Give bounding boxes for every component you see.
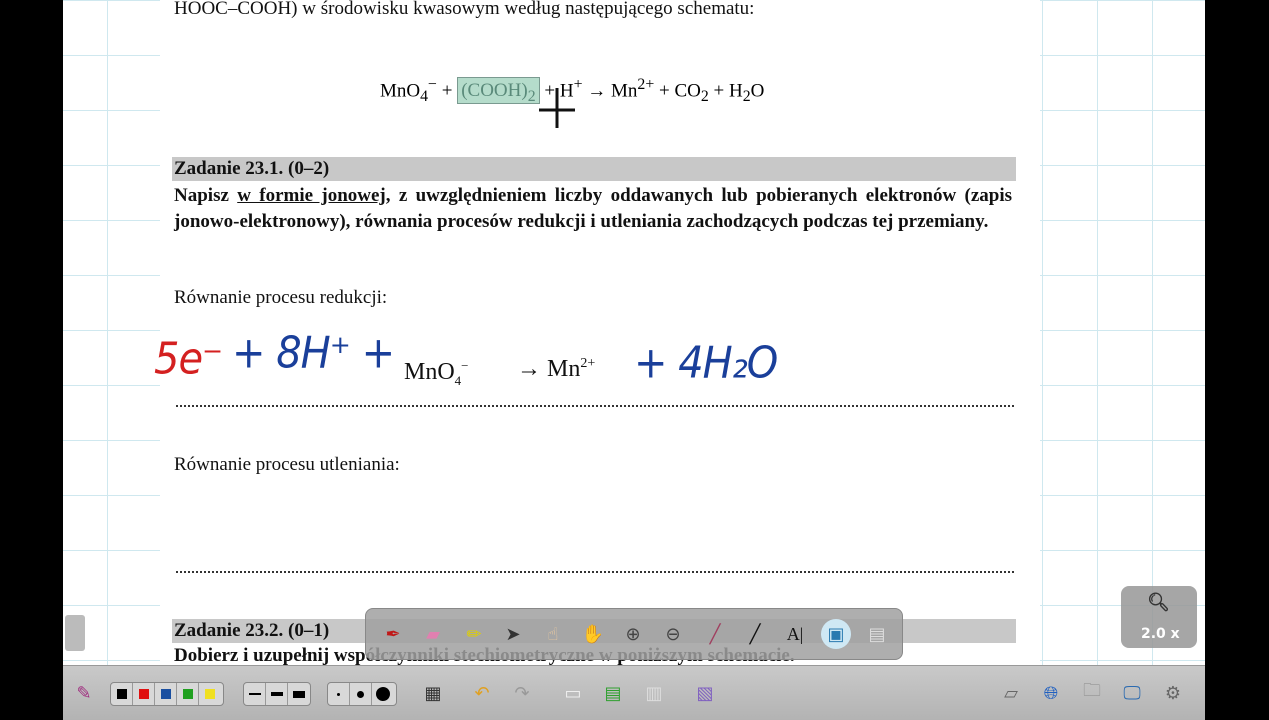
eq-sup: − bbox=[428, 76, 437, 93]
document-page: HOOC–COOH) w środowisku kwasowym według … bbox=[154, 0, 1040, 665]
text: Napisz bbox=[174, 185, 238, 206]
side-panel-toggle[interactable] bbox=[65, 615, 85, 651]
underlined-text: w formie jonowej bbox=[237, 185, 386, 206]
page-list-icon[interactable]: ▤ bbox=[600, 680, 626, 706]
color-palette bbox=[110, 682, 224, 706]
keyboard-icon[interactable]: ▦ bbox=[420, 680, 446, 706]
text: MnO bbox=[404, 359, 455, 385]
eq-text: + CO bbox=[654, 80, 701, 102]
crosshair-cursor-icon bbox=[539, 88, 575, 128]
whiteboard-page[interactable]: HOOC–COOH) w środowisku kwasowym według … bbox=[63, 0, 1205, 665]
laser-pointer-icon[interactable]: ╱ bbox=[702, 621, 728, 647]
zoom-in-icon[interactable]: ⊕ bbox=[620, 621, 646, 647]
task-23-1-instructions: Napisz w formie jonowej, z uwzględnienie… bbox=[174, 183, 1012, 235]
floating-toolbar: ✒ ▰ ✏ ➤ ☝ ✋ ⊕ ⊖ ╱ ╱ A| ▣ ▤ bbox=[365, 608, 903, 660]
color-green[interactable] bbox=[177, 683, 199, 705]
display-icon[interactable]: 🖵 bbox=[1119, 680, 1145, 706]
eq-sub: 2 bbox=[700, 88, 709, 106]
pen-settings-icon[interactable]: ✎ bbox=[71, 680, 97, 706]
eq-text: → Mn bbox=[582, 80, 638, 102]
new-page-icon[interactable]: ▭ bbox=[560, 680, 586, 706]
intro-line: HOOC–COOH) w środowisku kwasowym według … bbox=[174, 0, 755, 19]
sub: 4 bbox=[454, 372, 462, 388]
line-width-group bbox=[243, 682, 311, 706]
eq-text: + H bbox=[708, 80, 743, 102]
pen-icon[interactable]: ✒ bbox=[380, 621, 406, 647]
handwritten-water: + 4H₂O bbox=[634, 337, 778, 389]
eq-sub: 2 bbox=[527, 88, 536, 106]
redo-icon[interactable]: ↷ bbox=[509, 680, 535, 706]
zoom-out-icon[interactable]: ⊖ bbox=[660, 621, 686, 647]
screen-capture-icon[interactable]: ▣ bbox=[821, 619, 851, 649]
highlighted-selection[interactable]: (COOH)2 bbox=[457, 77, 540, 106]
zoom-reset-icon[interactable]: 🔍︎ bbox=[1147, 592, 1170, 613]
handwritten-electrons: 5e⁻ bbox=[154, 333, 223, 385]
eq-text: MnO bbox=[380, 80, 421, 102]
answer-line bbox=[176, 571, 1014, 573]
eq-text: + bbox=[436, 80, 458, 102]
oxidation-label: Równanie procesu utleniania: bbox=[174, 454, 400, 475]
settings-icon[interactable]: ⚙ bbox=[1160, 680, 1186, 706]
color-blue[interactable] bbox=[155, 683, 177, 705]
width-thick[interactable] bbox=[288, 683, 310, 705]
sup: − bbox=[461, 358, 469, 373]
point-large[interactable] bbox=[372, 683, 394, 705]
task-23-2-header: Zadanie 23.2. (0–1) bbox=[174, 620, 330, 641]
text-tool-icon[interactable]: A| bbox=[782, 621, 808, 647]
width-medium[interactable] bbox=[266, 683, 288, 705]
task-23-1-header: Zadanie 23.1. (0–2) bbox=[174, 158, 330, 179]
handwritten-hydrogen-ions: + 8H⁺ + bbox=[232, 327, 395, 379]
eq-text: O bbox=[750, 80, 765, 102]
color-red[interactable] bbox=[133, 683, 155, 705]
color-black[interactable] bbox=[111, 683, 133, 705]
folder-icon[interactable]: 🗀 bbox=[1079, 680, 1105, 706]
select-pointer-icon[interactable]: ➤ bbox=[500, 621, 526, 647]
whiteboard-edit-icon[interactable]: ▱ bbox=[998, 680, 1024, 706]
color-yellow[interactable] bbox=[199, 683, 221, 705]
page-stack-icon[interactable]: ▥ bbox=[641, 680, 667, 706]
undo-icon[interactable]: ↶ bbox=[469, 680, 495, 706]
keyboard-icon[interactable]: ▤ bbox=[864, 621, 890, 647]
eraser-icon[interactable]: ▰ bbox=[420, 621, 446, 647]
line-tool-icon[interactable]: ╱ bbox=[742, 621, 768, 647]
pan-hand-icon[interactable]: ✋ bbox=[580, 621, 606, 647]
globe-icon[interactable]: 🌐︎ bbox=[1038, 680, 1064, 706]
sup: 2+ bbox=[580, 356, 596, 371]
zoom-level: 2.0 x bbox=[1141, 626, 1180, 642]
bottom-toolbar: ✎ ▦ ↶ ↷ ▭ ▤ ▥ ▧ ▱ 🌐︎ 🗀 🖵 ⚙ bbox=[63, 665, 1205, 720]
reduction-printed-left: MnO4− bbox=[404, 358, 469, 389]
highlighter-icon[interactable]: ✏ bbox=[461, 621, 487, 647]
point-medium[interactable] bbox=[350, 683, 372, 705]
point-size-group bbox=[327, 682, 397, 706]
zoom-indicator[interactable]: 🔍︎ 2.0 x bbox=[1121, 586, 1197, 648]
point-small[interactable] bbox=[328, 683, 350, 705]
reduction-printed-right: → Mn2+ bbox=[517, 356, 595, 383]
eq-sub: 2 bbox=[742, 88, 751, 106]
clear-screen-icon[interactable]: ▧ bbox=[692, 680, 718, 706]
eq-text: (COOH) bbox=[461, 80, 528, 102]
reduction-label: Równanie procesu redukcji: bbox=[174, 287, 388, 308]
answer-line bbox=[176, 405, 1014, 407]
touch-click-icon[interactable]: ☝ bbox=[540, 621, 566, 647]
width-thin[interactable] bbox=[244, 683, 266, 705]
text: → Mn bbox=[517, 356, 581, 382]
eq-sub: 4 bbox=[420, 88, 429, 106]
eq-sup: 2+ bbox=[637, 76, 655, 93]
